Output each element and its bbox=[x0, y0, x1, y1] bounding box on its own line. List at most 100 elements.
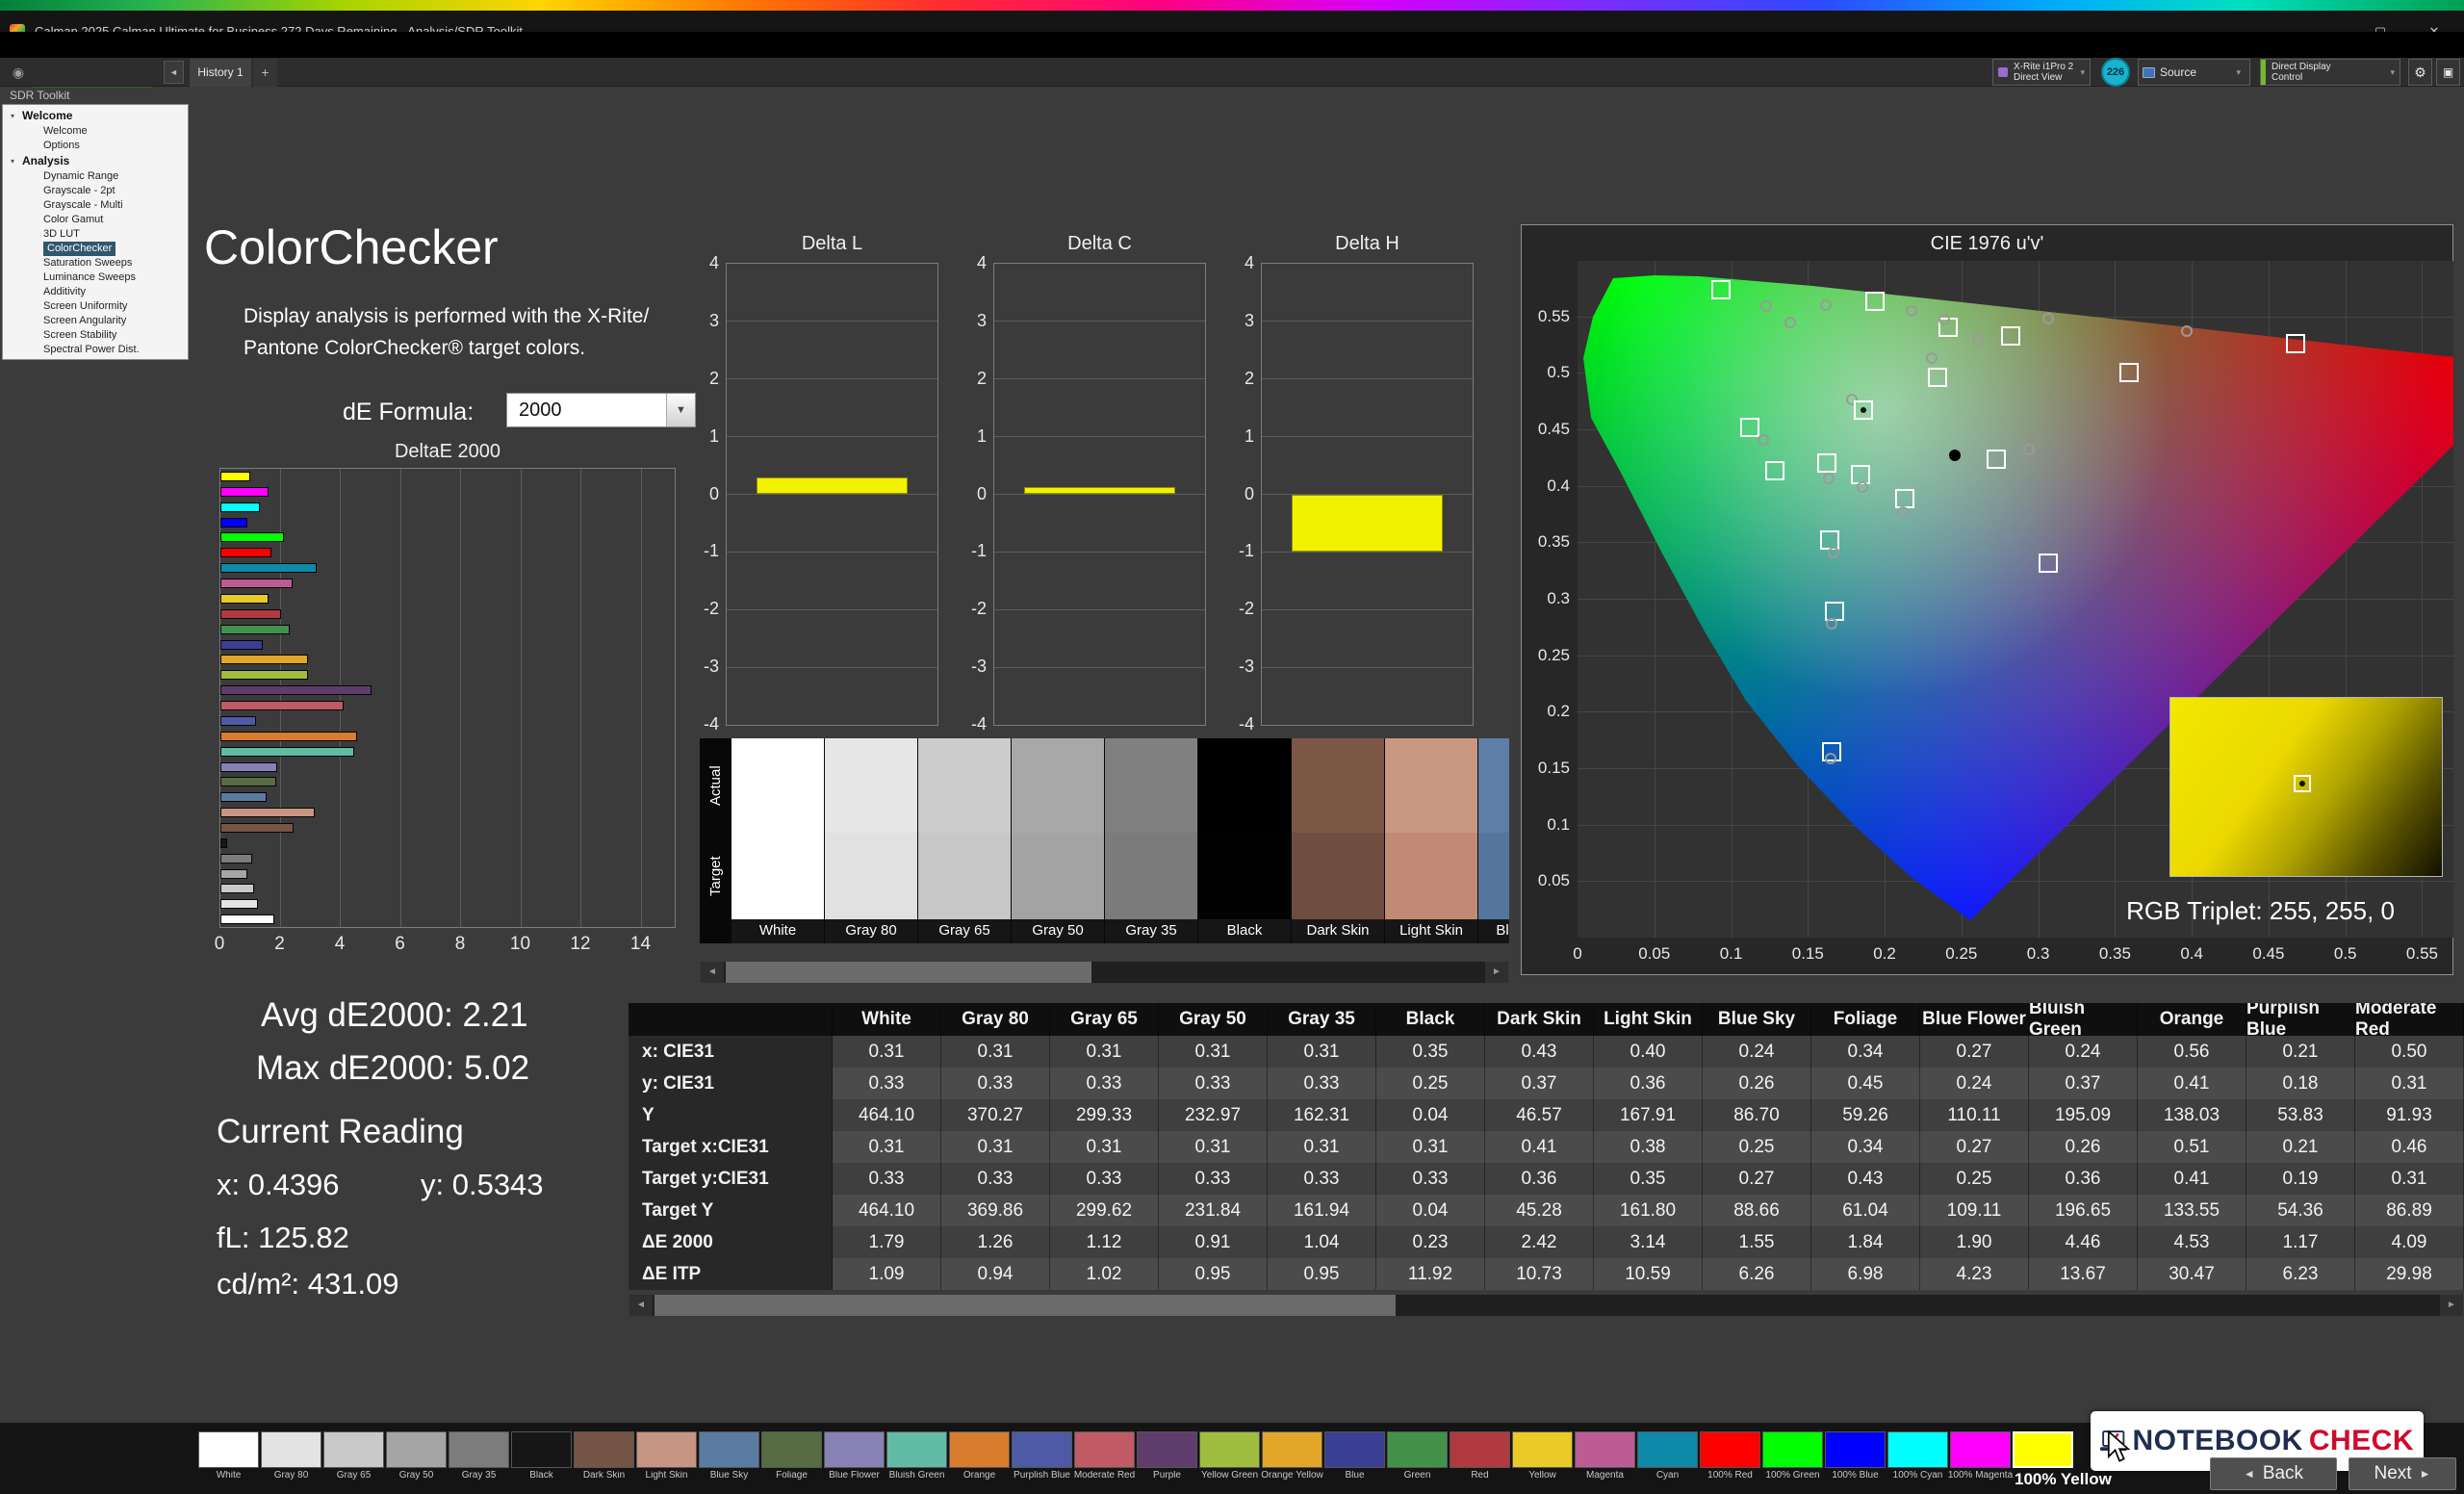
sidebar-collapse-button[interactable]: ◄ bbox=[164, 61, 184, 84]
swatch-label: Gray 80 bbox=[825, 919, 917, 943]
de-formula-select[interactable]: 2000 ▼ bbox=[506, 393, 696, 427]
settings-gear-icon[interactable]: ⚙ bbox=[2408, 59, 2432, 86]
actual-swatch bbox=[1292, 738, 1384, 833]
cie-x-tick: 0.3 bbox=[2015, 944, 2063, 964]
sidebar-item-grayscale-multi[interactable]: Grayscale - Multi bbox=[3, 198, 188, 213]
table-cell: 0.23 bbox=[1376, 1226, 1485, 1258]
patch-color-swatch bbox=[1137, 1431, 1197, 1468]
scrollbar-thumb[interactable] bbox=[726, 962, 1091, 983]
table-cell: 0.56 bbox=[2138, 1036, 2246, 1068]
cie-y-tick: 0.3 bbox=[1529, 589, 1570, 608]
cie-y-tick: 0.15 bbox=[1529, 759, 1570, 778]
patch-color-swatch bbox=[1012, 1431, 1072, 1468]
sidebar-tree: ▾WelcomeWelcomeOptions▾AnalysisDynamic R… bbox=[2, 104, 189, 360]
sidebar-item-colorchecker[interactable]: ColorChecker bbox=[3, 242, 188, 256]
cie-x-tick: 0.4 bbox=[2168, 944, 2216, 964]
patch-chip-label: 100% Green bbox=[1757, 1471, 1829, 1481]
dropdown-arrow-icon: ▼ bbox=[666, 394, 695, 426]
back-button[interactable]: ◄ Back bbox=[2210, 1457, 2337, 1490]
delta-tick-label: 0 bbox=[1225, 484, 1254, 504]
rainbow-accent-bar bbox=[0, 0, 2464, 11]
back-button-label: Back bbox=[2263, 1463, 2303, 1484]
swatch-strip-scrollbar[interactable]: ◄ ► bbox=[700, 961, 1509, 984]
selected-patch-inset bbox=[2169, 697, 2443, 877]
target-swatch bbox=[1012, 833, 1104, 919]
workspace-icon[interactable]: ◉ bbox=[8, 62, 29, 83]
sidebar-item-grayscale-2pt[interactable]: Grayscale - 2pt bbox=[3, 184, 188, 198]
tab-bar bbox=[0, 58, 2464, 87]
table-cell: 0.33 bbox=[833, 1068, 941, 1099]
patch-chip-label: White bbox=[192, 1471, 265, 1481]
meter-count-badge[interactable]: 226 bbox=[2101, 58, 2130, 87]
sidebar-item-spectral-power-dist[interactable]: Spectral Power Dist. bbox=[3, 343, 188, 357]
sidebar-item-screen-uniformity[interactable]: Screen Uniformity bbox=[3, 299, 188, 314]
deltae-bar-purple bbox=[220, 685, 372, 695]
next-button[interactable]: Next ► bbox=[2348, 1457, 2456, 1490]
table-scrollbar[interactable]: ◄ ► bbox=[629, 1294, 2464, 1317]
titlebar: Calman 2025 Calman Ultimate for Business… bbox=[0, 11, 2464, 32]
tab-history-1[interactable]: History 1 bbox=[190, 59, 251, 87]
table-cell: 88.66 bbox=[1703, 1195, 1811, 1226]
sidebar-group-analysis[interactable]: ▾Analysis bbox=[3, 153, 188, 169]
delta-h-title: Delta H bbox=[1261, 233, 1474, 255]
table-cell: 1.26 bbox=[941, 1226, 1050, 1258]
swatch-label: Light Skin bbox=[1385, 919, 1477, 943]
row-label: Target Y bbox=[629, 1195, 833, 1226]
delta-l-chart: 43210-1-2-3-4 bbox=[726, 263, 938, 726]
sidebar-item-label: Screen Uniformity bbox=[43, 299, 127, 314]
sidebar-group-label: Analysis bbox=[22, 153, 69, 169]
scrollbar-thumb[interactable] bbox=[654, 1295, 1396, 1316]
swatch-column-black: Black bbox=[1198, 738, 1291, 943]
scroll-right-arrow[interactable]: ► bbox=[2440, 1295, 2463, 1316]
table-cell: 1.09 bbox=[833, 1258, 941, 1290]
column-header-white: White bbox=[833, 1003, 941, 1036]
cie-x-tick: 0.1 bbox=[1707, 944, 1756, 964]
sidebar-item-color-gamut[interactable]: Color Gamut bbox=[3, 213, 188, 227]
meter-selector-button[interactable]: X-Rite i1Pro 2Direct View ▾ bbox=[1992, 59, 2091, 86]
sidebar-item-additivity[interactable]: Additivity bbox=[3, 285, 188, 299]
measured-marker bbox=[1784, 317, 1796, 328]
target-swatch bbox=[1478, 833, 1509, 919]
display-control-button[interactable]: Direct DisplayControl ▾ bbox=[2260, 59, 2400, 86]
sidebar-item-screen-angularity[interactable]: Screen Angularity bbox=[3, 314, 188, 328]
delta-gridline bbox=[1262, 667, 1473, 668]
patch-color-swatch bbox=[198, 1431, 259, 1468]
table-cell: 4.53 bbox=[2138, 1226, 2246, 1258]
cie-y-tick: 0.05 bbox=[1529, 871, 1570, 890]
sidebar-item-dynamic-range[interactable]: Dynamic Range bbox=[3, 169, 188, 184]
swatch-column-gray-80: Gray 80 bbox=[825, 738, 917, 943]
add-tab-button[interactable]: + bbox=[253, 59, 277, 87]
delta-tick-label: 4 bbox=[1225, 253, 1254, 273]
delta-gridline bbox=[727, 667, 937, 668]
swatch-strip: Actual Target WhiteGray 80Gray 65Gray 50… bbox=[700, 738, 1509, 943]
sidebar-item-luminance-sweeps[interactable]: Luminance Sweeps bbox=[3, 270, 188, 285]
table-cell: 0.36 bbox=[1594, 1068, 1703, 1099]
source-selector-button[interactable]: Source ▾ bbox=[2138, 59, 2250, 86]
scroll-right-arrow[interactable]: ► bbox=[1485, 962, 1508, 983]
delta-gridline bbox=[994, 321, 1205, 322]
scroll-left-arrow[interactable]: ◄ bbox=[629, 1295, 653, 1316]
sidebar-item-saturation-sweeps[interactable]: Saturation Sweeps bbox=[3, 256, 188, 270]
measured-marker bbox=[1897, 506, 1909, 518]
deltae-bar-red bbox=[220, 609, 281, 619]
table-cell: 0.36 bbox=[2029, 1163, 2138, 1195]
delta-tick-label: -2 bbox=[690, 599, 719, 619]
monitor-icon[interactable]: ▣ bbox=[2436, 59, 2460, 86]
swatch-column-white: White bbox=[732, 738, 824, 943]
patch-chip-label: Gray 65 bbox=[318, 1471, 390, 1481]
actual-swatch bbox=[1478, 738, 1509, 833]
deltae-bar-gray-35 bbox=[220, 854, 252, 863]
target-marker bbox=[1865, 292, 1885, 311]
sidebar-group-welcome[interactable]: ▾Welcome bbox=[3, 108, 188, 124]
scroll-left-arrow[interactable]: ◄ bbox=[701, 962, 724, 983]
sidebar-header: SDR Toolkit bbox=[10, 89, 69, 102]
sidebar-item-welcome[interactable]: Welcome bbox=[3, 124, 188, 139]
sidebar-item-options[interactable]: Options bbox=[3, 139, 188, 153]
sidebar-item-screen-stability[interactable]: Screen Stability bbox=[3, 328, 188, 343]
table-row-y: Y464.10370.27299.33232.97162.310.0446.57… bbox=[629, 1099, 2464, 1131]
table-cell: 1.17 bbox=[2246, 1226, 2355, 1258]
measured-marker bbox=[1906, 305, 1917, 317]
cie-x-axis: 00.050.10.150.20.250.30.350.40.450.50.55 bbox=[1522, 944, 2454, 966]
target-swatch bbox=[732, 833, 824, 919]
sidebar-item-3d-lut[interactable]: 3D LUT bbox=[3, 227, 188, 242]
